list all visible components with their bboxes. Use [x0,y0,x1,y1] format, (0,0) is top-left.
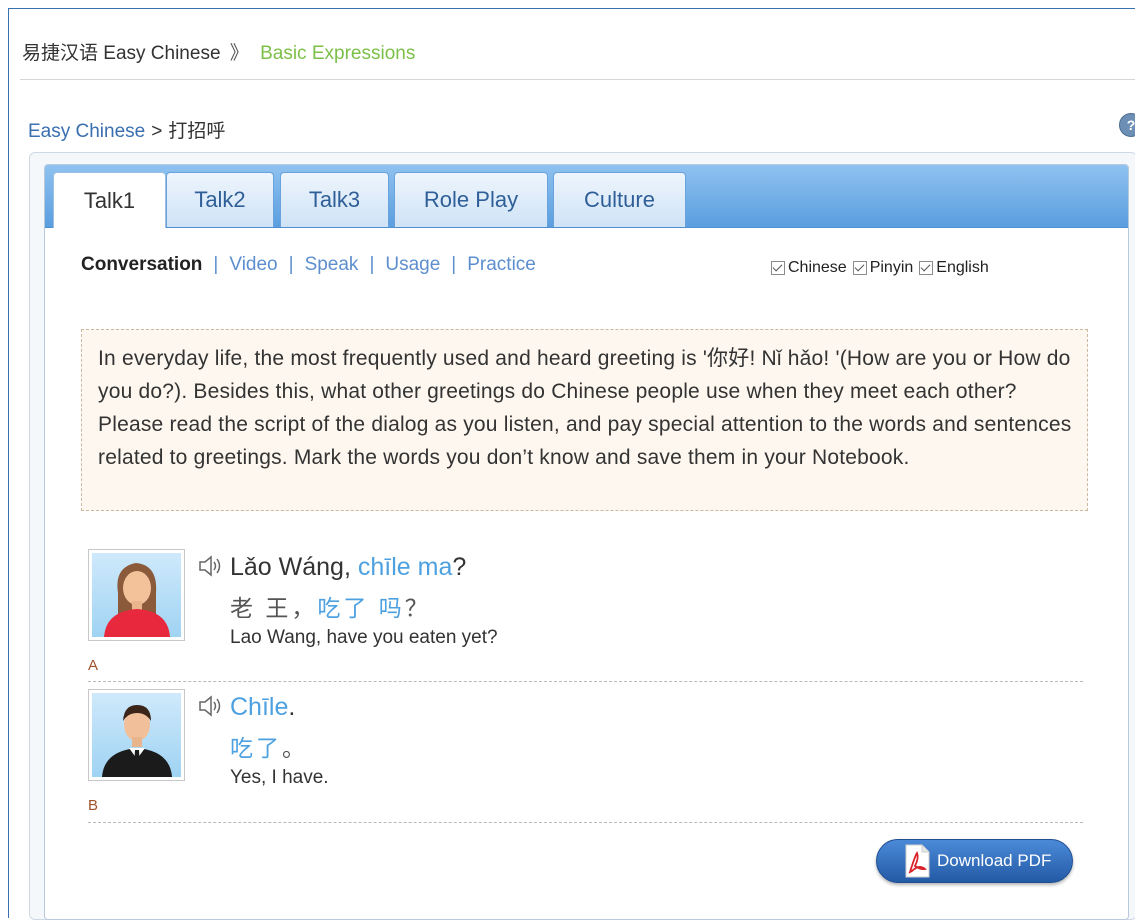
pinyin-punct: . [288,693,296,721]
pinyin-text: Lǎo Wáng, [230,553,358,581]
hanzi-line-b: 吃了。 [230,729,308,763]
subnav-usage[interactable]: Usage [385,254,440,276]
help-icon[interactable]: ? [1119,113,1135,137]
subnav-video[interactable]: Video [229,254,277,276]
site-header: 易捷汉语 Easy Chinese 》 Basic Expressions [22,38,415,65]
subnav-separator: | [288,254,294,275]
pinyin-keyword[interactable]: chīle [358,553,411,581]
dialog-line-a: A Lǎo Wáng, chīle ma? 老 王，吃了 吗？ Lao Wang… [88,549,1083,674]
tab-role-play[interactable]: Role Play [394,172,548,227]
hanzi-punct: ？ [404,595,431,621]
female-avatar [88,549,185,641]
tab-talk3[interactable]: Talk3 [280,172,389,227]
subnav-speak[interactable]: Speak [305,254,359,276]
toggle-chinese-label: Chinese [788,259,847,276]
window-left-border [8,8,9,918]
pinyin-checkbox[interactable] [852,261,867,275]
hanzi-punct: 。 [282,735,308,761]
english-line-a: Lao Wang, have you eaten yet? [230,627,498,648]
hanzi-line-a: 老 王，吃了 吗？ [230,589,431,623]
pinyin-line-a: Lǎo Wáng, chīle ma? [230,553,466,582]
speaker-audio-icon[interactable] [198,695,224,717]
toggle-pinyin-label: Pinyin [869,259,914,276]
hanzi-keyword[interactable]: 吃了 吗 [317,595,404,621]
male-avatar-icon [102,705,172,777]
site-title[interactable]: 易捷汉语 Easy Chinese [22,43,221,64]
lesson-container: Talk1 Talk2 Talk3 Role Play Culture Conv… [44,164,1129,920]
download-pdf-label: Download PDF [937,851,1052,870]
pinyin-space [411,553,418,581]
pinyin-keyword[interactable]: Chīle [230,693,288,721]
english-checkbox[interactable] [919,261,934,275]
breadcrumb-root-link[interactable]: Easy Chinese [28,121,145,142]
breadcrumb-current: 打招呼 [168,121,226,142]
dialog-divider [88,822,1083,824]
subnav-separator: | [451,254,457,275]
pinyin-keyword[interactable]: ma [418,553,453,581]
section-title[interactable]: Basic Expressions [260,43,415,64]
pdf-icon [905,844,930,878]
tab-bar: Talk1 Talk2 Talk3 Role Play Culture [45,165,1128,228]
toggle-pinyin[interactable]: Pinyin [852,259,914,277]
speaker-label-b: B [88,797,99,814]
breadcrumb-separator: > [151,121,163,142]
dialog-divider [88,681,1083,683]
speaker-audio-icon[interactable] [198,555,224,577]
header-divider [20,79,1135,80]
hanzi-keyword[interactable]: 吃了 [230,735,282,761]
display-toggles: Chinese Pinyin English [771,259,995,277]
window-top-border [8,8,1135,9]
toggle-english[interactable]: English [919,259,989,277]
header-separator: 》 [229,43,249,64]
tab-culture[interactable]: Culture [553,172,686,227]
female-avatar-icon [104,563,170,637]
subnav-practice[interactable]: Practice [467,254,536,276]
toggle-english-label: English [936,259,989,276]
hanzi-text: 老 王， [230,595,318,621]
sub-navigation: Conversation | Video | Speak | Usage | P… [81,254,536,276]
tab-talk1[interactable]: Talk1 [53,172,166,228]
tab-talk2[interactable]: Talk2 [166,172,274,227]
male-avatar [88,689,185,781]
english-line-b: Yes, I have. [230,767,329,788]
chinese-checkbox[interactable] [771,261,785,275]
toggle-chinese[interactable]: Chinese [771,259,847,277]
intro-text: In everyday life, the most frequently us… [81,329,1088,511]
breadcrumb: Easy Chinese > 打招呼 [28,116,225,143]
dialog-line-b: B Chīle. 吃了。 Yes, I have. [88,689,1083,814]
subnav-conversation[interactable]: Conversation [81,254,202,276]
pinyin-punct: ? [452,553,467,581]
download-pdf-button[interactable]: Download PDF [876,839,1073,883]
pinyin-line-b: Chīle. [230,693,295,722]
subnav-separator: | [369,254,375,275]
subnav-separator: | [213,254,219,275]
speaker-label-a: A [88,657,99,674]
